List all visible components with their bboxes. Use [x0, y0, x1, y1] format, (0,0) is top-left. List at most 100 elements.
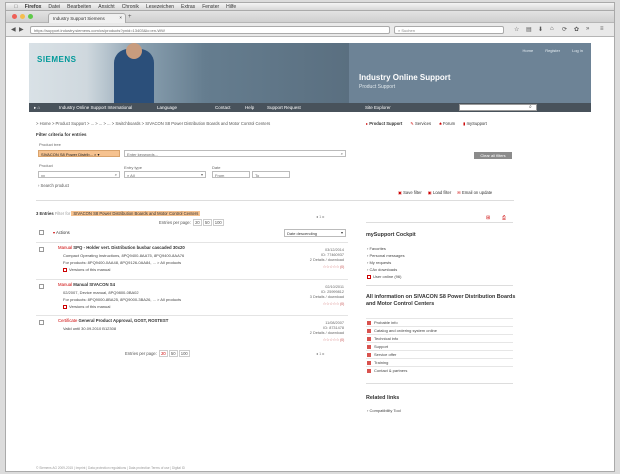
siemens-logo[interactable]: SIEMENS — [37, 55, 77, 64]
pager-bottom[interactable]: ◂ 1 ▸ — [316, 351, 324, 356]
star-icon[interactable]: ☆ — [514, 26, 519, 33]
email-on-update-button[interactable]: ✉ Email on update — [457, 190, 492, 195]
load-filter-button[interactable]: ▣ Load filter — [428, 190, 452, 195]
user-online-status[interactable]: User online (96) — [367, 274, 401, 279]
per-page-20[interactable]: 20 — [193, 219, 202, 226]
item-details-link[interactable]: 3 Details / download — [310, 295, 344, 299]
link-services[interactable]: ✎ Services — [410, 121, 431, 126]
clear-filters-button[interactable]: Clear all filters — [474, 152, 512, 159]
menu-hilfe[interactable]: Hilfe — [226, 4, 236, 10]
tab-close-icon[interactable]: × — [119, 15, 122, 20]
search-icon[interactable]: ⌕ — [341, 151, 343, 156]
print-icon[interactable]: ⎙ — [502, 215, 506, 221]
item-versions[interactable]: Versions of this manual — [63, 267, 110, 272]
product-input[interactable]: xx ⌕ — [38, 171, 120, 178]
sync-icon[interactable]: ⟳ — [562, 26, 567, 33]
nav-site-explorer[interactable]: Site Explorer — [365, 105, 391, 110]
url-bar[interactable]: https://support.industry.siemens.com/cs/… — [30, 26, 390, 34]
date-from-input[interactable]: From — [212, 171, 250, 178]
new-tab-icon[interactable]: + — [128, 14, 132, 20]
select-all-checkbox[interactable] — [39, 230, 44, 235]
nav-support-request[interactable]: Support Request — [267, 105, 301, 110]
search-icon[interactable]: ⌕ — [115, 172, 117, 177]
info-item-support[interactable]: Support — [366, 342, 513, 350]
menu-fenster[interactable]: Fenster — [202, 4, 219, 10]
back-icon[interactable]: ◀ — [11, 26, 16, 33]
date-to-input[interactable]: To — [252, 171, 290, 178]
addon-icon[interactable]: ✿ — [574, 26, 579, 33]
nav-language[interactable]: Language — [157, 105, 177, 110]
zoom-window-icon[interactable] — [28, 14, 33, 19]
header-link-home[interactable]: Home — [523, 48, 534, 53]
item-details-link[interactable]: 2 Details / download — [310, 331, 344, 335]
cockpit-link-messages[interactable]: › Personal messages — [367, 253, 405, 258]
cockpit-link-favorites[interactable]: › Favorites — [367, 246, 386, 251]
per-page-50[interactable]: 50 — [202, 219, 212, 226]
menu-icon[interactable]: ≡ — [600, 26, 604, 32]
per-page-50[interactable]: 50 — [168, 350, 178, 357]
product-tree-select[interactable]: SIVACON S8 Power Distrib... × ▾ — [38, 150, 120, 157]
bookmarks-icon[interactable]: ▤ — [526, 26, 532, 33]
apple-icon[interactable]:  — [14, 4, 18, 10]
item-versions[interactable]: Versions of this manual — [63, 304, 110, 309]
nav-help[interactable]: Help — [245, 105, 254, 110]
browser-search-input[interactable]: ⌕ Suchen — [394, 26, 504, 34]
home-icon[interactable]: ⌂ — [550, 26, 554, 32]
per-page-20[interactable]: 20 — [159, 350, 168, 357]
overflow-icon[interactable]: » — [586, 26, 589, 32]
info-item-catalog[interactable]: Catalog and ordering system online — [366, 326, 513, 334]
menu-datei[interactable]: Datei — [48, 4, 60, 10]
link-product-support[interactable]: ▸ Product Support — [366, 121, 402, 126]
save-filter-button[interactable]: ▣ Save filter — [398, 190, 422, 195]
rss-icon[interactable]: ⊞ — [486, 215, 490, 221]
info-item-contact[interactable]: Contact & partners — [366, 366, 513, 374]
menu-bearbeiten[interactable]: Bearbeiten — [67, 4, 91, 10]
link-forum[interactable]: ♣ Forum — [439, 121, 455, 126]
item-rating[interactable]: ☆☆☆☆☆ (0) — [323, 264, 345, 269]
item-details-link[interactable]: 2 Details / download — [310, 258, 344, 262]
per-page-100[interactable]: 100 — [178, 350, 190, 357]
header-link-login[interactable]: Log in — [572, 48, 583, 53]
header-link-register[interactable]: Register — [545, 48, 560, 53]
site-search-input[interactable] — [459, 104, 537, 111]
actions-menu[interactable]: ▾ Actions — [53, 230, 70, 235]
item-checkbox[interactable] — [39, 284, 44, 289]
tab-industry-support[interactable]: Industry Support Siemens × — [48, 13, 126, 23]
item-title[interactable]: Manual Manual SIVACON S4 — [58, 282, 115, 287]
menu-extras[interactable]: Extras — [181, 4, 195, 10]
active-filter-tag[interactable]: SIVACON S8 Power Distribution Boards and… — [71, 211, 201, 216]
related-link-compatibility[interactable]: › Compatibility Tool — [367, 408, 401, 413]
cockpit-link-requests[interactable]: › My requests — [367, 260, 391, 265]
info-item-technical[interactable]: Technical info — [366, 334, 513, 342]
close-window-icon[interactable] — [12, 14, 17, 19]
item-checkbox[interactable] — [39, 247, 44, 252]
download-icon[interactable]: ⬇ — [538, 26, 543, 33]
item-title[interactable]: Manual SPQ - Holder vert. Distribution b… — [58, 245, 185, 250]
item-products[interactable]: For products: 8PQ9400-0AA48, 8PQ9126-0AA… — [63, 260, 181, 265]
nav-industry-support[interactable]: Industry Online Support International — [59, 105, 132, 110]
pager-top[interactable]: ◂ 1 ▸ — [316, 214, 324, 219]
menu-firefox[interactable]: Firefox — [25, 4, 42, 10]
item-title[interactable]: Certificate General Product Approval, GO… — [58, 318, 168, 323]
footer[interactable]: © Siemens AG 2009-2015 | Imprint | Data … — [36, 466, 185, 470]
entry-type-select[interactable]: ⌕ All ▾ — [124, 171, 206, 178]
menu-chronik[interactable]: Chronik — [122, 4, 139, 10]
info-item-service[interactable]: Service offer — [366, 350, 513, 358]
item-products[interactable]: For products: 8PQ9000-8BA25, 8PQ9000-3BA… — [63, 297, 181, 302]
forward-icon[interactable]: ▶ — [19, 26, 24, 33]
menu-ansicht[interactable]: Ansicht — [98, 4, 114, 10]
minimize-window-icon[interactable] — [20, 14, 25, 19]
search-icon[interactable]: ⌕ — [529, 104, 532, 110]
item-rating[interactable]: ☆☆☆☆☆ (0) — [323, 301, 345, 306]
nav-contact[interactable]: Contact — [215, 105, 231, 110]
info-item-probable[interactable]: Probable info — [366, 318, 513, 326]
home-nav-icon[interactable]: ▸ ⌂ — [34, 105, 40, 111]
info-item-training[interactable]: Training — [366, 358, 513, 366]
keywords-input[interactable]: Enter keywords... ⌕ — [124, 150, 346, 157]
cockpit-link-cax[interactable]: › CAx downloads — [367, 267, 397, 272]
link-mysupport[interactable]: ▮ mySupport — [463, 121, 487, 126]
sort-select[interactable]: Date descending ▾ — [284, 229, 346, 237]
breadcrumb[interactable]: > Home > Product Support > ... > ... > .… — [36, 121, 270, 126]
menu-lesezeichen[interactable]: Lesezeichen — [146, 4, 174, 10]
item-rating[interactable]: ☆☆☆☆☆ (0) — [323, 337, 345, 342]
